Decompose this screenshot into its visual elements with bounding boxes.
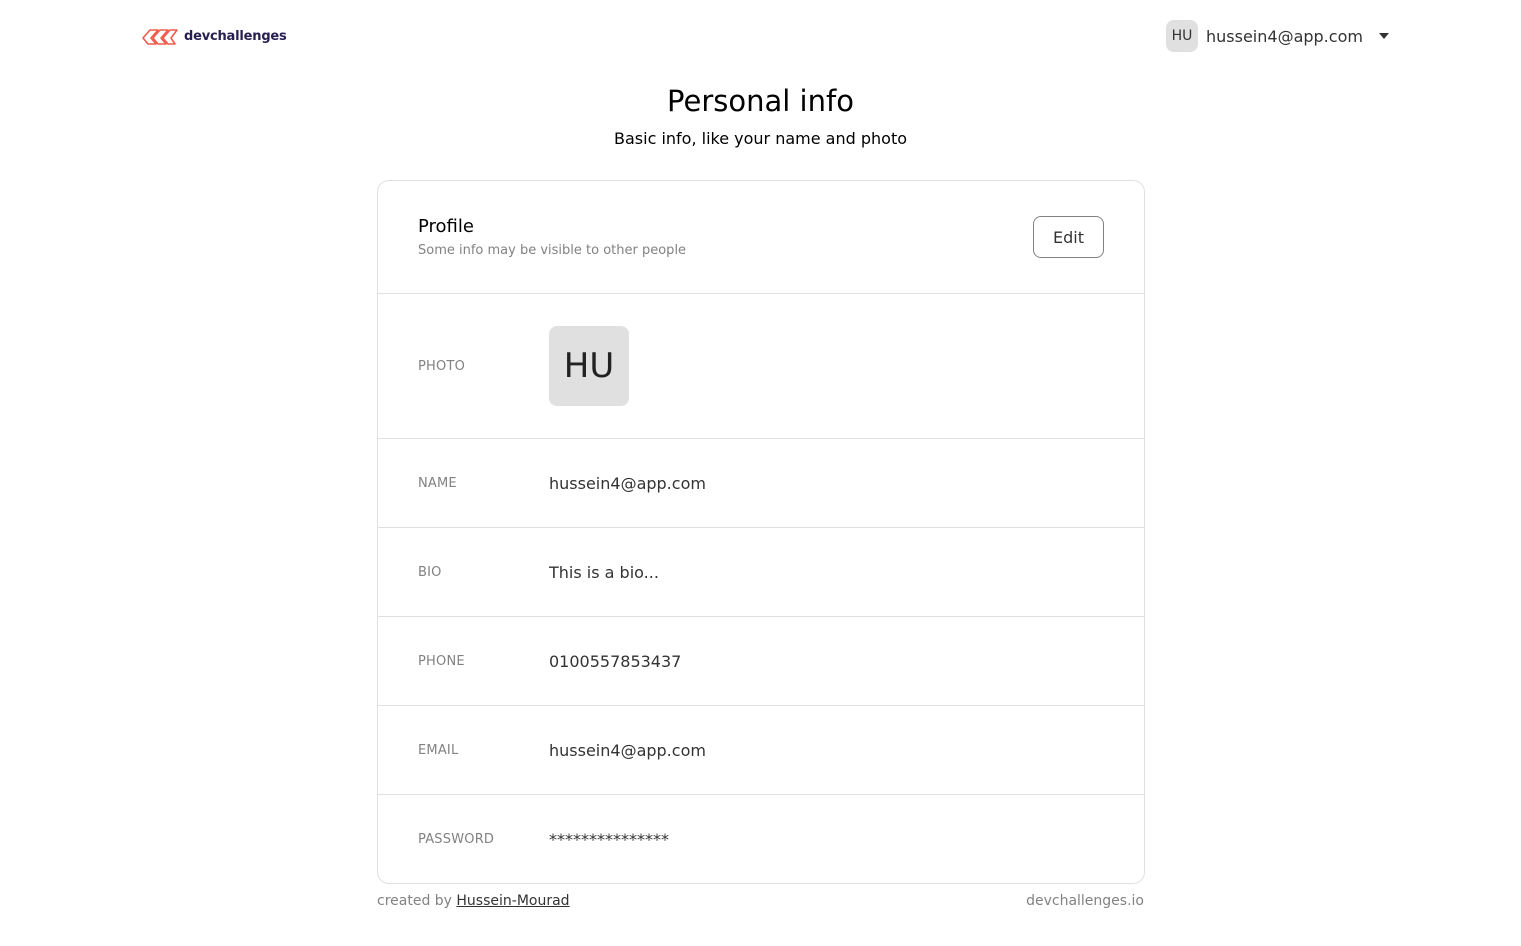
phone-value: 0100557853437 xyxy=(549,651,682,671)
profile-description: Some info may be visible to other people xyxy=(418,243,687,258)
bio-row: BIO This is a bio... xyxy=(378,528,1144,617)
password-label: PASSWORD xyxy=(418,832,495,847)
bio-value: This is a bio... xyxy=(549,562,659,582)
profile-card-header: Profile Some info may be visible to othe… xyxy=(378,181,1144,294)
phone-label: PHONE xyxy=(418,653,465,669)
profile-card: Profile Some info may be visible to othe… xyxy=(377,180,1145,884)
footer-site: devchallenges.io xyxy=(1026,893,1144,909)
bio-label: BIO xyxy=(418,564,442,580)
user-email: hussein4@app.com xyxy=(1206,26,1363,46)
footer-credit: created by Hussein-Mourad xyxy=(377,893,570,909)
name-value: hussein4@app.com xyxy=(549,473,706,493)
caret-down-icon[interactable] xyxy=(1378,33,1389,39)
password-value: *************** xyxy=(549,830,669,849)
user-menu[interactable]: HU hussein4@app.com xyxy=(1166,20,1389,52)
user-avatar: HU xyxy=(1166,20,1198,52)
phone-row: PHONE 0100557853437 xyxy=(378,617,1144,706)
footer-credit-prefix: created by xyxy=(377,893,457,909)
email-label: EMAIL xyxy=(418,742,459,758)
profile-photo: HU xyxy=(549,326,629,406)
password-row: PASSWORD *************** xyxy=(378,795,1144,884)
photo-label: PHOTO xyxy=(418,358,466,374)
email-value: hussein4@app.com xyxy=(549,740,706,760)
edit-button[interactable]: Edit xyxy=(1033,216,1104,258)
profile-title: Profile xyxy=(418,216,474,237)
name-row: NAME hussein4@app.com xyxy=(378,439,1144,528)
devchallenges-logo-icon xyxy=(142,29,178,45)
name-label: NAME xyxy=(418,475,457,491)
page: devchallenges HU hussein4@app.com Person… xyxy=(0,0,1521,946)
page-title: Personal info xyxy=(667,84,854,118)
photo-row: PHOTO HU xyxy=(378,294,1144,439)
author-link[interactable]: Hussein-Mourad xyxy=(456,893,569,909)
email-row: EMAIL hussein4@app.com xyxy=(378,706,1144,795)
logo-text: devchallenges xyxy=(184,28,287,44)
page-subtitle: Basic info, like your name and photo xyxy=(614,129,907,148)
devchallenges-logo[interactable]: devchallenges xyxy=(140,24,287,48)
